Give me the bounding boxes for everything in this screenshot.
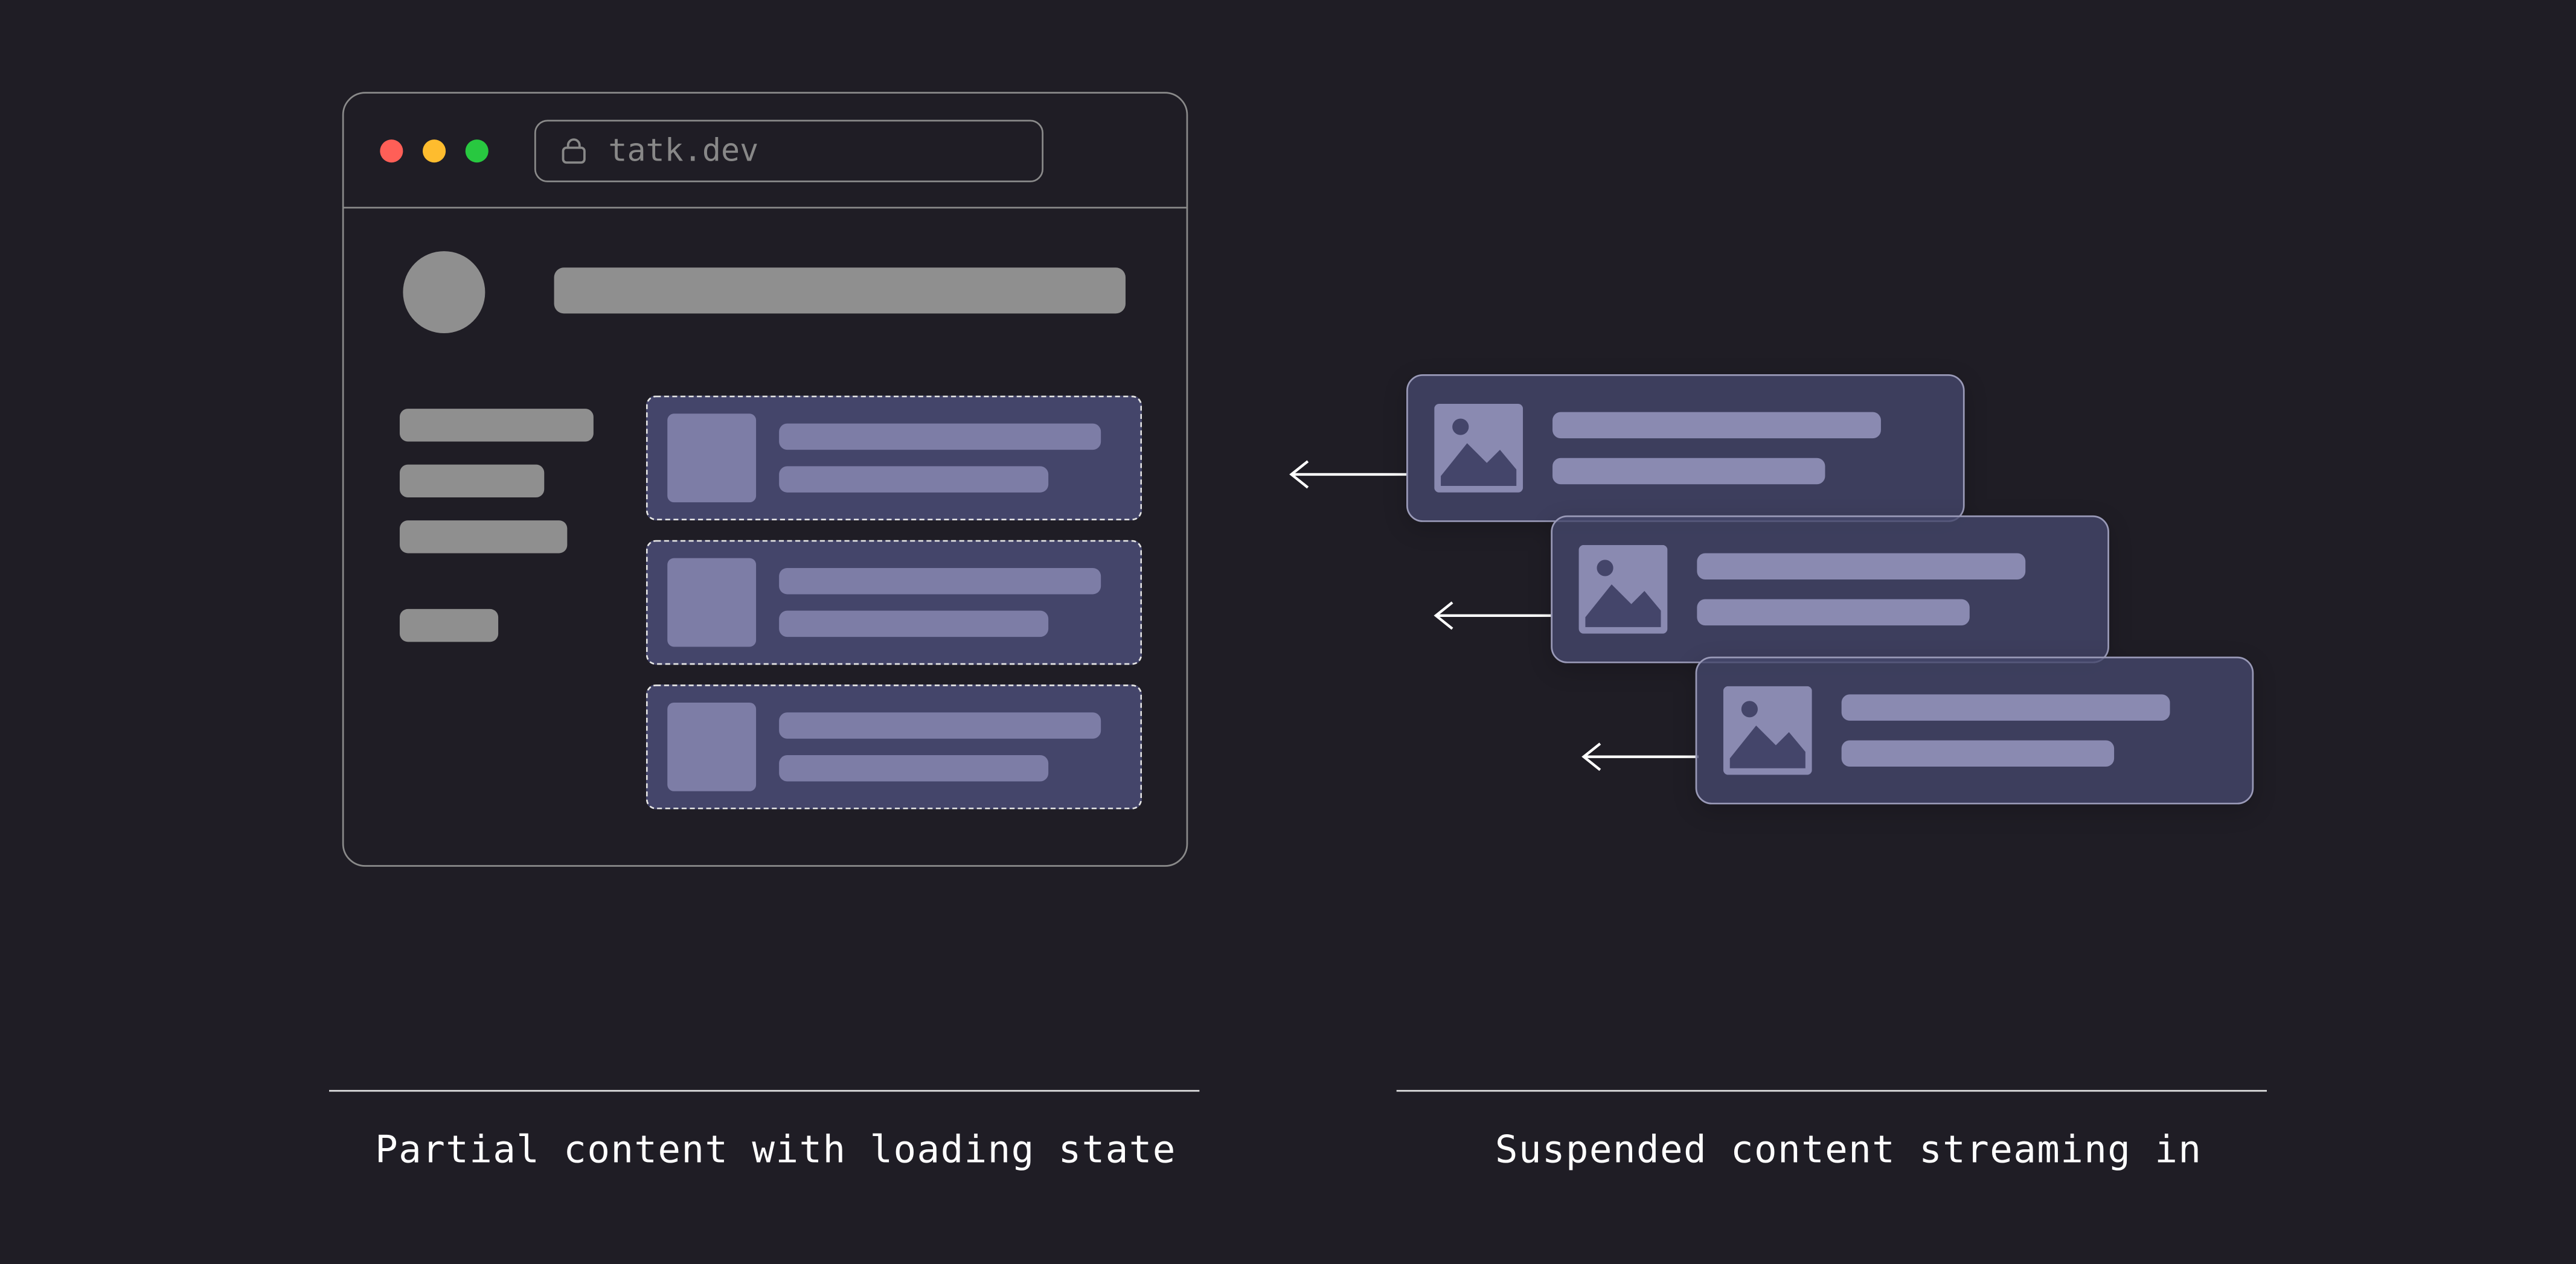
caption-divider xyxy=(1396,1090,2266,1092)
text-line-placeholder xyxy=(1552,412,1881,439)
zoom-icon[interactable] xyxy=(466,139,489,162)
address-bar-url: tatk.dev xyxy=(608,132,758,168)
nav-item-placeholder xyxy=(400,409,594,441)
browser-titlebar: tatk.dev xyxy=(344,94,1186,208)
traffic-lights xyxy=(380,139,488,162)
skeleton-card xyxy=(646,540,1142,665)
text-line-placeholder xyxy=(779,466,1048,493)
text-line-placeholder xyxy=(779,611,1048,637)
text-line-group xyxy=(1552,412,1881,485)
text-line-placeholder xyxy=(1552,458,1825,485)
text-line-placeholder xyxy=(779,755,1048,782)
image-icon xyxy=(1578,545,1667,634)
avatar-placeholder xyxy=(403,251,485,333)
caption-left: Partial content with loading state xyxy=(375,1129,1176,1172)
arrow-left-icon xyxy=(1429,596,1554,635)
arrow-left-icon xyxy=(1577,737,1702,776)
thumbnail-placeholder xyxy=(667,413,756,502)
skeleton-card xyxy=(646,395,1142,520)
nav-item-placeholder xyxy=(400,520,567,553)
text-line-placeholder xyxy=(1697,599,1969,626)
minimize-icon[interactable] xyxy=(423,139,446,162)
browser-viewport xyxy=(344,208,1186,865)
text-line-placeholder xyxy=(1841,740,2113,767)
browser-window: tatk.dev xyxy=(342,92,1188,867)
image-icon xyxy=(1434,404,1523,493)
lock-icon xyxy=(559,137,589,164)
image-icon xyxy=(1723,686,1812,775)
text-line-placeholder xyxy=(1697,553,2025,579)
close-icon[interactable] xyxy=(380,139,403,162)
text-line-group xyxy=(779,568,1101,637)
thumbnail-placeholder xyxy=(667,703,756,791)
arrow-left-icon xyxy=(1285,455,1410,494)
text-line-placeholder xyxy=(779,568,1101,595)
caption-divider xyxy=(329,1090,1199,1092)
nav-item-placeholder xyxy=(400,609,498,642)
text-line-placeholder xyxy=(1841,694,2170,721)
streaming-card xyxy=(1406,374,1965,522)
thumbnail-placeholder xyxy=(667,558,756,647)
nav-item-placeholder xyxy=(400,465,544,497)
streaming-card xyxy=(1551,515,2109,663)
text-line-placeholder xyxy=(779,424,1101,450)
text-line-group xyxy=(1841,694,2170,767)
text-line-group xyxy=(779,712,1101,781)
streaming-card xyxy=(1695,657,2254,805)
text-line-placeholder xyxy=(779,712,1101,739)
text-line-group xyxy=(1697,553,2025,625)
text-line-group xyxy=(779,424,1101,493)
skeleton-card xyxy=(646,685,1142,809)
address-bar[interactable]: tatk.dev xyxy=(534,119,1043,181)
caption-right: Suspended content streaming in xyxy=(1495,1129,2202,1172)
header-bar-placeholder xyxy=(554,267,1125,313)
